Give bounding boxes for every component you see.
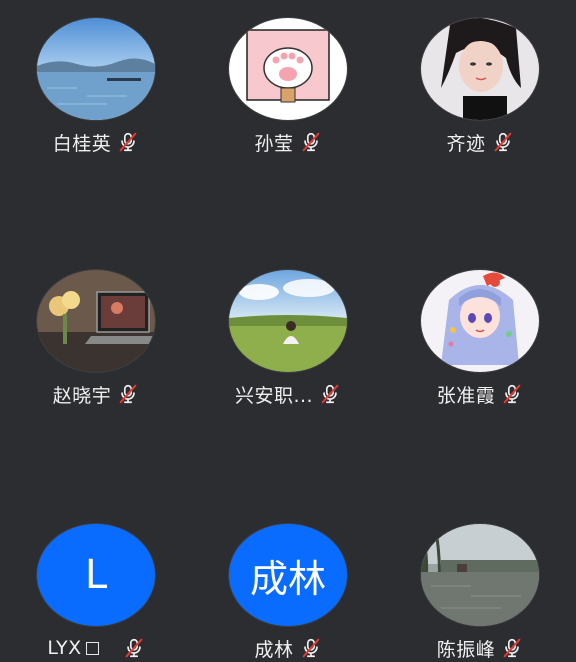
participant-tile[interactable]: 白桂英 — [0, 18, 192, 155]
avatar-anime-girl — [421, 270, 539, 372]
mic-muted-icon — [302, 638, 319, 658]
participant-name: 孙莹 — [254, 132, 294, 155]
participant-grid: 白桂英 孙莹 齐迹 赵晓宇 兴安职... 张准霞 L LYX 成林 成林 陈振峰 — [0, 0, 576, 662]
participant-name: 陈振峰 — [436, 638, 496, 661]
mic-muted-icon — [321, 384, 339, 404]
participant-name: 兴安职... — [234, 384, 314, 407]
avatar-letter: 成林 — [229, 524, 347, 626]
participant-name: 白桂英 — [52, 132, 112, 155]
mic-muted-icon — [494, 132, 511, 152]
mic-muted-icon — [119, 132, 137, 152]
participant-name: 齐迹 — [446, 132, 486, 155]
avatar-cat-paw-cartoon — [229, 18, 347, 120]
avatar-river-photo — [421, 524, 539, 626]
avatar-woman-portrait — [421, 18, 539, 120]
mic-muted-icon — [302, 132, 319, 152]
participant-name: 成林 — [254, 638, 294, 661]
avatar-lake-photo — [37, 18, 155, 120]
participant-tile[interactable]: 张准霞 — [384, 270, 576, 407]
participant-tile[interactable]: 兴安职... — [192, 270, 384, 407]
participant-name: 赵晓宇 — [52, 384, 112, 407]
participant-tile[interactable]: L LYX — [0, 524, 192, 660]
participant-tile[interactable]: 成林 成林 — [192, 524, 384, 661]
participant-tile[interactable]: 齐迹 — [384, 18, 576, 155]
participant-tile[interactable]: 赵晓宇 — [0, 270, 192, 407]
mic-muted-icon — [125, 638, 142, 658]
participant-tile[interactable]: 陈振峰 — [384, 524, 576, 661]
mic-muted-icon — [503, 384, 521, 404]
square-glyph — [85, 641, 99, 655]
mic-muted-icon — [503, 638, 521, 658]
avatar-grassland-photo — [229, 270, 347, 372]
avatar-initial: 成林 — [249, 556, 326, 601]
mic-muted-icon — [119, 384, 137, 404]
participant-tile[interactable]: 孙莹 — [192, 18, 384, 155]
participant-name: LYX — [47, 637, 82, 659]
avatar-initial: L — [84, 552, 108, 598]
avatar-laptop-desk-photo — [37, 270, 155, 372]
participant-name: 张准霞 — [436, 384, 496, 407]
avatar-letter: L — [37, 524, 155, 626]
